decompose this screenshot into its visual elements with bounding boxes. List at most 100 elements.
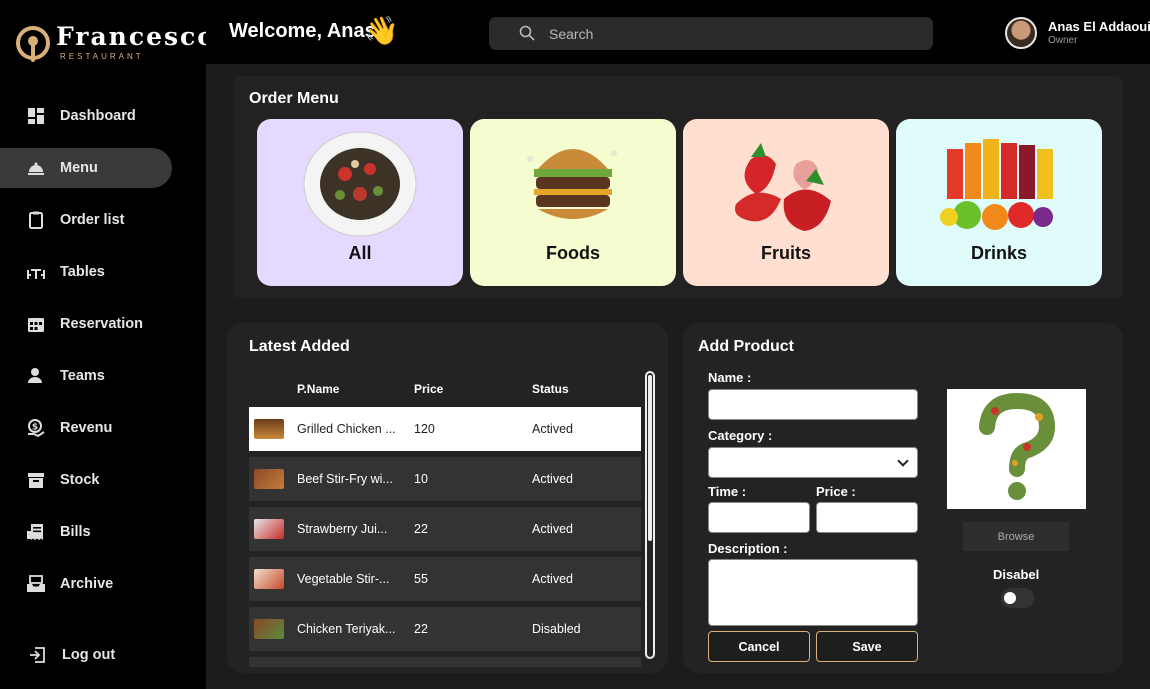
- product-name: Chicken Teriyak...: [297, 622, 396, 636]
- product-thumbnail: [254, 569, 284, 589]
- dashboard-icon: [28, 108, 44, 124]
- receipt-icon: [27, 524, 43, 540]
- column-header-status: Status: [532, 382, 569, 396]
- column-header-price: Price: [414, 382, 444, 396]
- sidebar: Francesco RESTAURANT Dashboard Menu Orde…: [0, 0, 214, 689]
- category-card-foods[interactable]: Foods: [470, 119, 676, 286]
- product-name: Vegetable Stir-...: [297, 572, 390, 586]
- sidebar-item-archive[interactable]: Archive: [0, 564, 206, 604]
- product-status: Actived: [532, 522, 573, 536]
- main-content: Order Menu All Foods Fruits Drinks Lates…: [206, 64, 1150, 689]
- cancel-button[interactable]: Cancel: [708, 631, 810, 662]
- sidebar-item-label: Teams: [60, 368, 105, 384]
- category-label: All: [348, 243, 372, 263]
- sidebar-item-order-list[interactable]: Order list: [0, 200, 206, 240]
- sidebar-item-label: Order list: [60, 212, 125, 228]
- sidebar-item-tables[interactable]: Tables: [0, 252, 206, 292]
- inbox-archive-icon: [27, 575, 45, 592]
- sidebar-item-bills[interactable]: Bills: [0, 512, 206, 552]
- browse-button[interactable]: Browse: [963, 522, 1069, 551]
- product-status: Actived: [532, 572, 573, 586]
- save-button[interactable]: Save: [816, 631, 918, 662]
- disable-label: Disabel: [993, 567, 1040, 582]
- product-price: 22: [414, 522, 428, 536]
- add-product-panel: Add Product Name : Category : Time : Pri…: [683, 323, 1123, 673]
- waving-hand-icon: 👋: [364, 15, 399, 46]
- sidebar-item-menu[interactable]: Menu: [0, 148, 172, 188]
- sidebar-item-revenu[interactable]: $ Revenu: [0, 408, 206, 448]
- sidebar-item-label: Tables: [60, 264, 105, 280]
- product-price: 120: [414, 422, 435, 436]
- price-label: Price :: [816, 484, 856, 499]
- column-header-name: P.Name: [297, 382, 340, 396]
- category-label: Fruits: [760, 243, 811, 263]
- product-name: Strawberry Jui...: [297, 522, 388, 536]
- brand-logo[interactable]: Francesco RESTAURANT: [16, 22, 214, 64]
- product-price: 22: [414, 622, 428, 636]
- order-menu-panel: Order Menu All Foods Fruits Drinks: [233, 76, 1123, 298]
- logout-label: Log out: [62, 647, 116, 663]
- product-status: Actived: [532, 422, 573, 436]
- chevron-down-icon: [897, 455, 909, 467]
- sidebar-item-label: Dashboard: [60, 108, 136, 124]
- product-status: Disabled: [532, 622, 581, 636]
- time-label: Time :: [708, 484, 747, 499]
- search-bar[interactable]: [489, 17, 933, 50]
- table-row[interactable]: [249, 657, 641, 667]
- product-thumbnail: [254, 619, 284, 639]
- strawberries-image: [735, 143, 831, 231]
- logout-icon: [30, 647, 45, 663]
- clipboard-icon: [29, 211, 43, 229]
- add-product-title: Add Product: [698, 338, 794, 355]
- table-row[interactable]: Strawberry Jui... 22 Actived: [249, 507, 641, 551]
- table-row[interactable]: Vegetable Stir-... 55 Actived: [249, 557, 641, 601]
- search-input[interactable]: [549, 17, 919, 50]
- category-label: Category :: [708, 428, 773, 443]
- category-label: Foods: [546, 243, 600, 263]
- salad-plate-image: [303, 131, 417, 237]
- search-icon: [519, 25, 535, 41]
- sidebar-item-label: Bills: [60, 524, 91, 540]
- sidebar-item-reservation[interactable]: Reservation: [0, 304, 206, 344]
- price-field[interactable]: [816, 502, 918, 533]
- table-row[interactable]: Grilled Chicken ... 120 Actived: [249, 407, 641, 451]
- category-card-drinks[interactable]: Drinks: [896, 119, 1102, 286]
- product-thumbnail: [254, 419, 284, 439]
- table-row[interactable]: Chicken Teriyak... 22 Disabled: [249, 607, 641, 651]
- user-name: Anas El Addaoui: [1048, 19, 1150, 34]
- product-thumbnail: [254, 469, 284, 489]
- product-price: 55: [414, 572, 428, 586]
- calendar-icon: [28, 318, 44, 332]
- sidebar-nav: Dashboard Menu Order list Tables Reserva…: [0, 96, 206, 616]
- name-field[interactable]: [708, 389, 918, 420]
- archive-box-icon: [28, 473, 44, 488]
- sidebar-item-label: Revenu: [60, 420, 113, 436]
- brand-subtitle: RESTAURANT: [60, 52, 144, 61]
- sidebar-item-dashboard[interactable]: Dashboard: [0, 96, 206, 136]
- category-card-all[interactable]: All: [257, 119, 463, 286]
- table-icon: [27, 269, 45, 279]
- revenue-icon: $: [28, 419, 45, 438]
- scrollbar-thumb[interactable]: [648, 375, 652, 541]
- time-field[interactable]: [708, 502, 810, 533]
- table-scrollbar[interactable]: [645, 371, 655, 659]
- description-label: Description :: [708, 541, 788, 556]
- disable-toggle[interactable]: [1001, 588, 1034, 608]
- description-field[interactable]: [708, 559, 918, 626]
- sidebar-item-label: Archive: [60, 576, 114, 592]
- toggle-knob: [1004, 592, 1016, 604]
- table-row[interactable]: Beef Stir-Fry wi... 10 Actived: [249, 457, 641, 501]
- sidebar-item-stock[interactable]: Stock: [0, 460, 206, 500]
- product-thumbnail: [254, 519, 284, 539]
- category-label: Drinks: [970, 243, 1028, 263]
- sidebar-item-teams[interactable]: Teams: [0, 356, 206, 396]
- logout-button[interactable]: Log out: [0, 635, 115, 675]
- category-select[interactable]: [708, 447, 918, 478]
- latest-added-panel: Latest Added P.Name Price Status Grilled…: [227, 323, 668, 673]
- question-mark-image: [979, 392, 1056, 500]
- avatar[interactable]: [1005, 17, 1037, 49]
- order-menu-title: Order Menu: [249, 90, 339, 107]
- product-image-preview: [947, 389, 1086, 509]
- category-card-fruits[interactable]: Fruits: [683, 119, 889, 286]
- brand-name: Francesco: [56, 22, 216, 51]
